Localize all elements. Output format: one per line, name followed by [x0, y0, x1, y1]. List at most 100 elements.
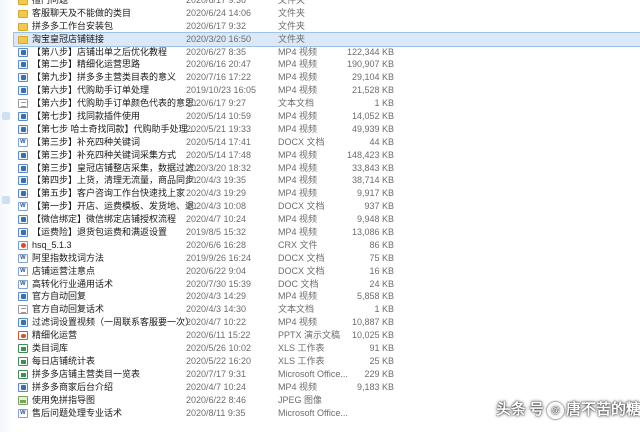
file-name: 拼多多商家后台介绍: [32, 381, 114, 392]
file-size: 937 KB: [364, 201, 394, 212]
file-row[interactable]: 【运费险】退货包运费和满返设置 2019/8/5 15:32 MP4 视频 13,08…: [14, 226, 640, 239]
file-row[interactable]: 店铺运营注意点2020/6/22 9:04DOCX 文档16 KB: [14, 265, 640, 278]
file-name: 【运费险】退货包运费和满返设置: [32, 227, 168, 238]
file-name: 高转化行业通用话术: [32, 278, 114, 289]
at-icon: @: [547, 401, 565, 419]
file-row[interactable]: 【第七步】找同款插件使用 2020/5/14 10:59 MP4 视频 14,052 …: [14, 110, 640, 123]
file-date: 2019/9/26 16:24: [186, 252, 252, 263]
file-row[interactable]: 【第三步】皇冠店铺整店采集，数据过滤... 2020/3/20 18:32 MP4 …: [14, 162, 640, 175]
watermark-platform: 头条: [496, 401, 527, 418]
file-row[interactable]: 【第八步】店铺出单之后优化教程 2020/6/27 8:35 MP4 视频 122,3…: [14, 46, 640, 59]
file-row[interactable]: 拼多多工作台安装包 2020/6/17 9:32 文件夹: [14, 20, 640, 33]
mp4-file-icon: [18, 215, 28, 225]
file-row[interactable]: 过滤词设置视频（一周联系客服要一次） 2020/4/7 10:22 MP4 视频 10…: [14, 316, 640, 329]
file-name: 【第八步】店铺出单之后优化教程: [32, 46, 168, 57]
file-size: 229 KB: [364, 368, 394, 379]
file-row[interactable]: 【微信绑定】微信绑定店铺授权流程 2020/4/7 10:24 MP4 视频 9,94…: [14, 213, 640, 226]
file-date: 2020/4/3 10:08: [186, 201, 247, 212]
file-row[interactable]: 【第九步】拼多多主营类目表的意义 2020/7/16 17:22 MP4 视频 29,…: [14, 71, 640, 84]
file-date: 2020/5/21 19:33: [186, 123, 252, 134]
file-row[interactable]: 【第六步】代购助手订单处理 2019/10/23 16:05 MP4 视频 21,52…: [14, 84, 640, 97]
file-date: 2020/4/7 10:24: [186, 214, 247, 225]
file-size: 49,939 KB: [351, 123, 394, 134]
folder-icon: [18, 35, 28, 44]
file-date: 2020/5/14 17:48: [186, 149, 252, 160]
mp4-file-icon: [18, 189, 28, 199]
file-date: 2020/5/22 16:20: [186, 355, 252, 366]
file-name: 每日店铺统计表: [32, 355, 96, 366]
file-type: 文件夹: [278, 0, 306, 5]
file-date: 2020/5/14 10:59: [186, 111, 252, 122]
mp4-file-icon: [18, 124, 28, 134]
file-name: 淘宝皇冠店铺链接: [32, 33, 105, 44]
file-row[interactable]: hsq_5.1.3 2020/6/6 16:28 CRX 文件 86 KB: [14, 239, 640, 252]
doc-file-icon: [18, 202, 28, 212]
crx-file-icon: [18, 240, 28, 250]
file-name: 过滤词设置视频（一周联系客服要一次）: [32, 317, 195, 328]
file-row[interactable]: 淘宝皇冠店铺链接 2020/3/20 16:50 文件夹: [13, 31, 640, 47]
file-date: 2020/6/17 9:36: [186, 0, 247, 5]
file-name: 阿里指数找词方法: [32, 252, 105, 263]
file-size: 86 KB: [369, 239, 394, 250]
file-row[interactable]: 精细化运营 2020/6/11 15:22 PPTX 演示文稿 10,025 KB: [14, 329, 640, 342]
file-date: 2020/4/3 14:30: [186, 304, 247, 315]
file-name: 【第四步】上货，清理无流量，商品同步...: [32, 175, 200, 186]
mp4-file-icon: [18, 292, 28, 302]
file-date: 2020/4/3 14:29: [186, 291, 247, 302]
file-size: 91 KB: [369, 343, 394, 354]
file-row[interactable]: 官方自动回复 2020/4/3 14:29 MP4 视频 5,858 KB: [14, 290, 640, 303]
doc-file-icon: [18, 408, 28, 418]
file-type: Microsoft Office...: [278, 407, 348, 418]
file-date: 2020/6/24 14:06: [186, 7, 252, 18]
file-date: 2020/8/11 9:35: [186, 407, 246, 418]
file-name: 擅门问题: [32, 0, 69, 5]
mp4-file-icon: [18, 163, 28, 173]
file-name: 拼多多工作台安装包: [32, 20, 114, 31]
file-row[interactable]: 拼多多店铺主营类目一览表 2020/7/17 9:31 Microsoft Offi…: [14, 368, 640, 381]
file-row[interactable]: 擅门问题 2020/6/17 9:36 文件夹: [14, 0, 640, 7]
file-name: 售后问题处理专业话术: [32, 407, 123, 418]
file-name: 【微信绑定】微信绑定店铺授权流程: [32, 214, 177, 225]
file-name: 【第三步】补充四种关键词采集方式: [32, 149, 177, 160]
file-row[interactable]: 【第二步】精细化运营思路 2020/6/16 20:47 MP4 视频 190,907…: [14, 58, 640, 71]
file-row[interactable]: 类目词库 2020/5/26 10:02 XLS 工作表 91 KB: [14, 342, 640, 355]
file-name: 【第二步】精细化运营思路: [32, 59, 141, 70]
file-name: 【第九步】拼多多主营类目表的意义: [32, 72, 177, 83]
file-size: 1 KB: [374, 98, 394, 109]
file-row[interactable]: 【第六步】代购助手订单颜色代表的意思... 2020/6/17 9:27 文本文档 1…: [14, 97, 640, 110]
mp4-file-icon: [18, 60, 28, 70]
file-row[interactable]: 【第五步】客户咨询工作台快速找上家 2020/4/3 19:29 MP4 视频 9,9…: [14, 187, 640, 200]
file-date: 2020/6/27 8:35: [186, 46, 247, 57]
file-name: 【第七步 哈士奇找同款】代购助手处理...: [32, 123, 196, 134]
nav-marker: [2, 196, 10, 204]
file-date: 2020/4/7 10:22: [186, 317, 247, 328]
file-size: 9,917 KB: [356, 188, 394, 199]
file-name: 店铺运营注意点: [32, 265, 96, 276]
file-size: 148,423 KB: [346, 149, 394, 160]
file-name: 拼多多店铺主营类目一览表: [32, 368, 141, 379]
doc-file-icon: [18, 137, 28, 147]
file-row[interactable]: 阿里指数找词方法2019/9/26 16:24DOCX 文档75 KB: [14, 252, 640, 265]
file-row[interactable]: 拼多多商家后台介绍 2020/4/7 10:24 MP4 视频 9,183 KB: [14, 381, 640, 394]
file-row[interactable]: 【第四步】上货，清理无流量，商品同步... 2020/4/3 19:35 MP4 视…: [14, 174, 640, 187]
file-row[interactable]: 官方自动回复话术 2020/4/3 14:30 文本文档 1 KB: [14, 303, 640, 316]
mp4-file-icon: [18, 73, 28, 83]
file-row[interactable]: 【第三步】补充四种关键词采集方式 2020/5/14 17:48 MP4 视频 148…: [14, 149, 640, 162]
file-name: 【第三步】补充四种关键词: [32, 136, 141, 147]
mp4-file-icon: [18, 47, 28, 57]
txt-file-icon: [18, 99, 28, 109]
file-row[interactable]: 【第三步】补充四种关键词2020/5/14 17:41DOCX 文档44 KB: [14, 136, 640, 149]
file-row[interactable]: 【第一步】开店、运费模板、发货地、退...2020/4/3 10:08DOCX …: [14, 200, 640, 213]
file-row[interactable]: 每日店铺统计表 2020/5/22 16:20 XLS 工作表 25 KB: [14, 355, 640, 368]
mp4-file-icon: [18, 318, 28, 328]
file-size: 14,052 KB: [351, 111, 394, 122]
file-name: 【第六步】代购助手订单处理: [32, 85, 150, 96]
file-row[interactable]: 客服聊天及不能做的类目 2020/6/24 14:06 文件夹: [14, 7, 640, 20]
file-row[interactable]: 【第七步 哈士奇找同款】代购助手处理... 2020/5/21 19:33 MP4 …: [14, 123, 640, 136]
file-size: 38,714 KB: [351, 175, 394, 186]
file-row[interactable]: 高转化行业通用话术2020/7/30 15:39DOC 文档24 KB: [14, 278, 640, 291]
nav-marker: [2, 112, 10, 120]
mp4-file-icon: [18, 86, 28, 96]
mp4-file-icon: [18, 382, 28, 392]
file-size: 44 KB: [369, 136, 394, 147]
